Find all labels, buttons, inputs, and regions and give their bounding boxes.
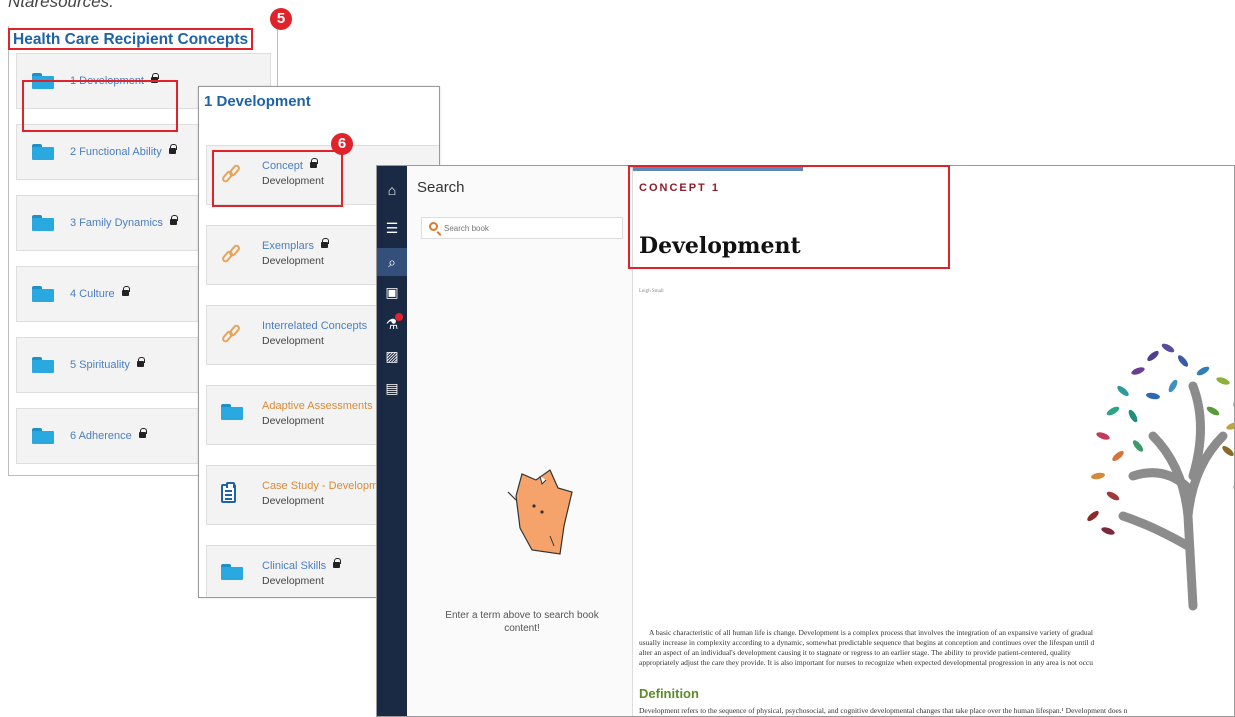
step-marker-5: 5 xyxy=(270,8,292,30)
search-icon[interactable]: ⌕ xyxy=(377,248,407,276)
reader-sidebar: ⌂ ☰ ⌕ ▣ ⚗ ▨ ▤ xyxy=(377,166,407,716)
mascot-illustration xyxy=(507,469,573,555)
lock-icon xyxy=(151,73,159,85)
link-icon xyxy=(220,163,242,184)
item-label: 3 Family Dynamics xyxy=(70,217,163,229)
notification-badge xyxy=(395,313,403,321)
folder-icon xyxy=(32,73,54,89)
clipboard-icon xyxy=(221,482,236,503)
panel2-title: 1 Development xyxy=(204,93,311,110)
step-marker-6: 6 xyxy=(331,133,353,155)
home-icon[interactable]: ⌂ xyxy=(377,176,407,204)
book-content: CONCEPT 1 Development Leigh Small A basi… xyxy=(633,166,1234,716)
folder-icon xyxy=(32,215,54,231)
folder-icon xyxy=(32,286,54,302)
lock-icon xyxy=(138,428,147,440)
link-icon xyxy=(220,323,242,344)
search-box xyxy=(421,217,623,239)
folder-icon xyxy=(221,564,243,580)
item-label: 2 Functional Ability xyxy=(70,146,162,158)
paragraph-line: appropriately adjust the care they provi… xyxy=(639,658,1094,667)
folder-icon xyxy=(32,428,54,444)
item-label: 4 Culture xyxy=(70,288,115,300)
lock-icon xyxy=(168,144,177,156)
image-icon[interactable]: ▨ xyxy=(377,342,407,370)
item-label: 6 Adherence xyxy=(70,430,132,442)
search-empty-message: Enter a term above to search book conten… xyxy=(445,610,599,634)
notes-icon[interactable]: ▤ xyxy=(377,374,407,402)
author-byline: Leigh Small xyxy=(639,289,664,294)
search-icon xyxy=(429,222,438,231)
lock-icon xyxy=(121,286,130,298)
bookmark-icon[interactable]: ▣ xyxy=(377,278,407,306)
concept-title: Development xyxy=(639,233,801,259)
folder-icon xyxy=(32,144,54,160)
lock-icon xyxy=(136,357,145,369)
search-input[interactable] xyxy=(444,220,619,236)
item-label: 1 Development xyxy=(70,75,144,87)
lock-icon xyxy=(169,215,178,227)
lock-icon xyxy=(333,558,342,570)
panel1-title: Health Care Recipient Concepts xyxy=(8,28,254,50)
concept-accent-bar xyxy=(633,166,803,171)
top-cut-text: Ntaresources. xyxy=(8,0,114,11)
paragraph-line: A basic characteristic of all human life… xyxy=(649,628,1094,637)
tree-illustration xyxy=(1087,343,1234,611)
definition-text: Development refers to the sequence of ph… xyxy=(639,706,1128,715)
flask-icon[interactable]: ⚗ xyxy=(377,310,407,338)
ebook-reader: ⌂ ☰ ⌕ ▣ ⚗ ▨ ▤ Search Enter a term above … xyxy=(376,165,1235,717)
item-label: 5 Spirituality xyxy=(70,359,130,371)
folder-icon xyxy=(221,404,243,420)
paragraph-line: alter an aspect of an individual's devel… xyxy=(639,648,1071,657)
section-heading-definition: Definition xyxy=(639,686,699,701)
concept-label: CONCEPT 1 xyxy=(639,182,720,194)
search-title: Search xyxy=(417,179,465,196)
toc-icon[interactable]: ☰ xyxy=(377,214,407,242)
lock-icon xyxy=(320,238,329,250)
link-icon xyxy=(220,243,242,264)
search-pane: Search Enter a term above to search book… xyxy=(407,166,633,716)
body-paragraph: A basic characteristic of all human life… xyxy=(639,628,1234,668)
lock-icon xyxy=(309,158,318,170)
folder-icon xyxy=(32,357,54,373)
paragraph-line: usually increase in complexity according… xyxy=(639,638,1095,647)
